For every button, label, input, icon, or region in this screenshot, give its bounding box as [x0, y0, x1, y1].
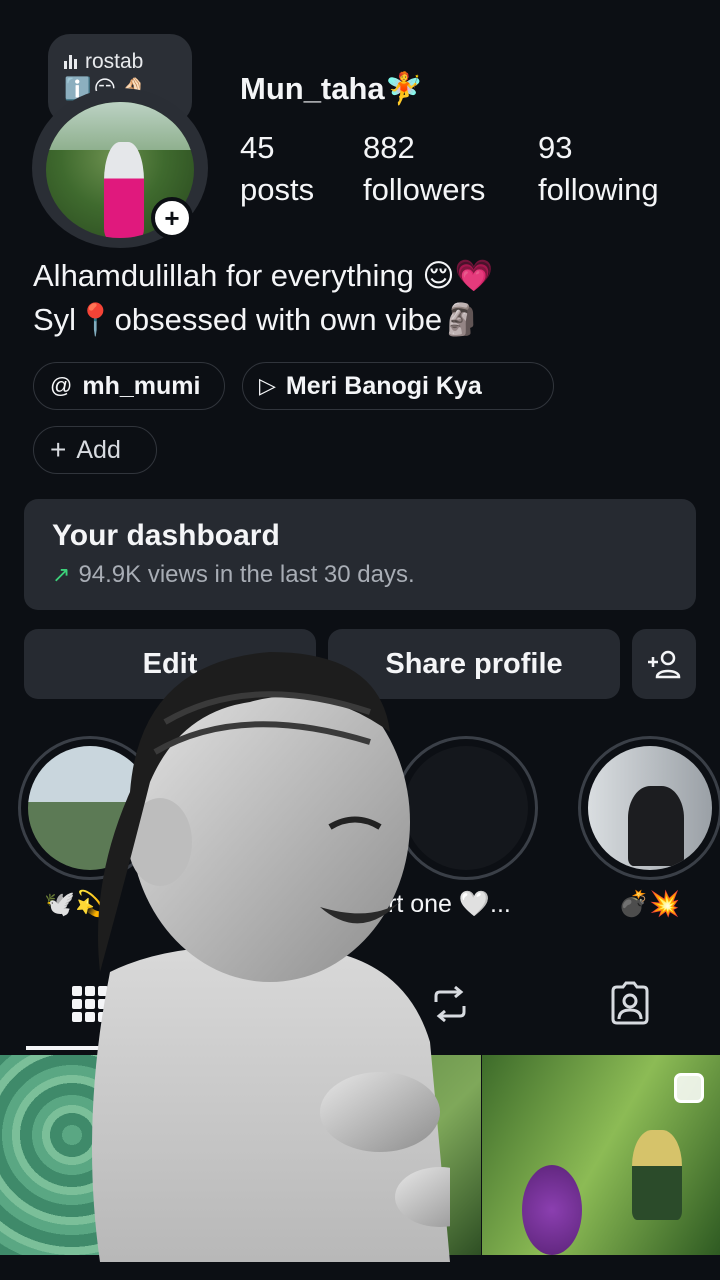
- music-link[interactable]: ▷ Meri Banogi Kya: [242, 362, 554, 410]
- dashboard-title: Your dashboard: [52, 519, 280, 552]
- stat-followers[interactable]: 882 followers: [363, 130, 485, 208]
- audio-bars-icon: [64, 55, 77, 69]
- threads-icon: @: [50, 373, 73, 398]
- bio-line-2: Syl📍obsessed with own vibe🗿: [33, 302, 481, 337]
- stat-followers-label: followers: [363, 172, 486, 207]
- stat-following[interactable]: 93 following: [538, 130, 659, 208]
- bio: Alhamdulillah for everything 😌💗 Syl📍obse…: [33, 254, 493, 342]
- grid-post-3[interactable]: [482, 1055, 720, 1255]
- dashboard-subtitle: 94.9K views in the last 30 days.: [78, 561, 415, 588]
- add-link-button[interactable]: + Add: [33, 426, 157, 474]
- add-link-label: Add: [76, 435, 121, 464]
- tagged-icon: [611, 981, 649, 1025]
- dashboard-card[interactable]: Your dashboard ↗ 94.9K views in the last…: [24, 499, 696, 610]
- music-link-label: Meri Banogi Kya: [285, 371, 482, 400]
- add-user-button[interactable]: [632, 629, 696, 699]
- child-sticker: [92, 652, 450, 1262]
- stat-posts-value: 45: [240, 130, 275, 165]
- threads-link-label: mh_mumi: [82, 371, 201, 400]
- trend-up-icon: ↗: [52, 562, 71, 587]
- multi-post-icon: [674, 1073, 704, 1103]
- add-story-icon[interactable]: +: [151, 197, 193, 239]
- add-user-icon: [648, 650, 681, 679]
- note-text: rostab: [85, 50, 144, 73]
- bio-line-1: Alhamdulillah for everything 😌💗: [33, 258, 494, 293]
- username: Mun_taha🧚: [240, 71, 424, 106]
- plus-icon: +: [50, 434, 67, 465]
- stat-posts[interactable]: 45 posts: [240, 130, 314, 208]
- highlight-3-label: 💣💥: [618, 890, 681, 918]
- stat-following-value: 93: [538, 130, 573, 165]
- play-icon: ▷: [259, 373, 276, 398]
- stat-posts-label: posts: [240, 172, 315, 207]
- threads-link[interactable]: @ mh_mumi: [33, 362, 225, 410]
- stat-followers-value: 882: [363, 130, 415, 165]
- highlight-3[interactable]: [578, 736, 720, 880]
- tab-tagged[interactable]: [606, 980, 654, 1028]
- stat-following-label: following: [538, 172, 659, 207]
